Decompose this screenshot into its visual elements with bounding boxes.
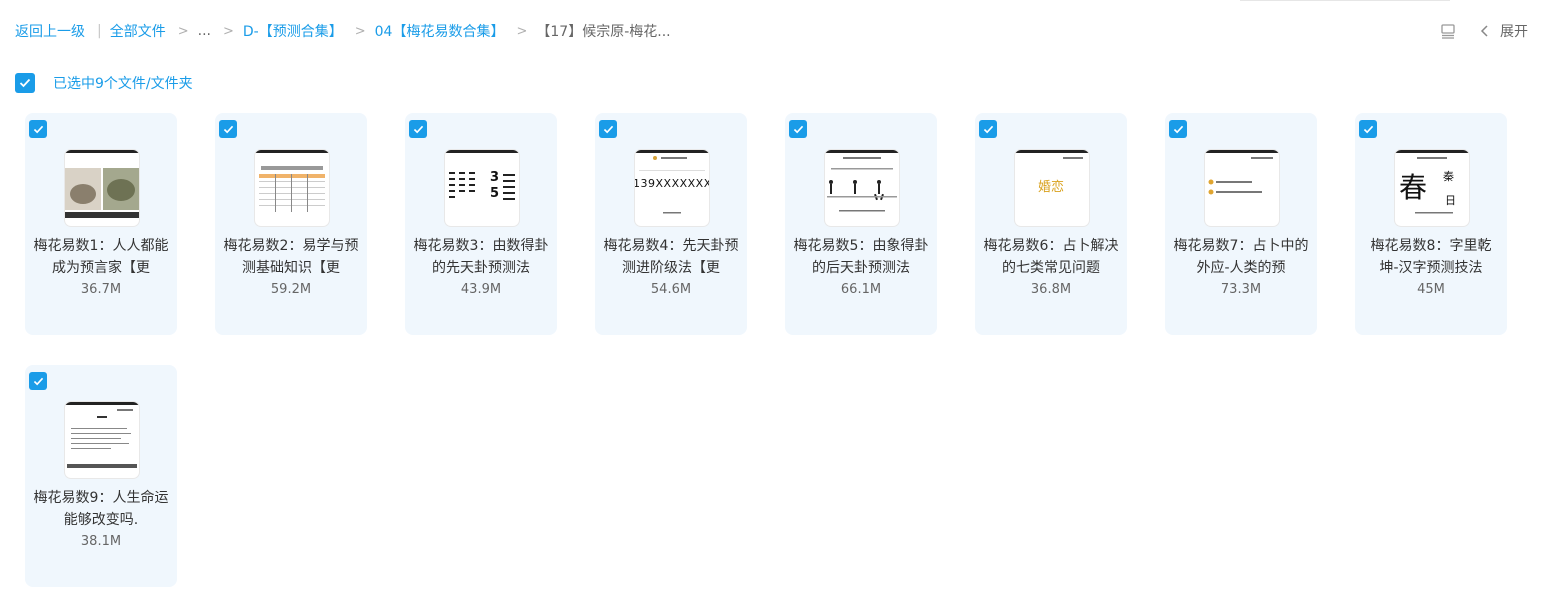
file-checkbox[interactable] bbox=[409, 120, 427, 138]
file-name: 梅花易数2：易学与预测基础知识【更 bbox=[223, 238, 359, 276]
file-thumbnail bbox=[825, 150, 899, 226]
file-name: 梅花易数7：占卜中的外应-人类的预 bbox=[1173, 238, 1309, 276]
file-name: 梅花易数1：人人都能成为预言家【更 bbox=[33, 238, 169, 276]
file-checkbox[interactable] bbox=[599, 120, 617, 138]
chevron-right-icon: > bbox=[516, 23, 528, 39]
chevron-right-icon: > bbox=[354, 23, 366, 39]
file-thumbnail bbox=[1205, 150, 1279, 226]
file-checkbox[interactable] bbox=[979, 120, 997, 138]
thumb-number: 5 bbox=[490, 186, 500, 201]
thumb-char: 日 bbox=[1445, 194, 1456, 207]
thumb-char: 春 bbox=[1399, 171, 1428, 204]
thumb-number: 3 bbox=[490, 170, 500, 185]
file-name: 梅花易数8：字里乾坤-汉字预测技法 bbox=[1370, 238, 1492, 276]
file-card[interactable]: 3 5 梅花易数3：由数得卦的先天卦预测法 43.9M bbox=[405, 113, 557, 335]
file-checkbox[interactable] bbox=[219, 120, 237, 138]
file-size: 66.1M bbox=[840, 282, 882, 297]
file-size: 38.1M bbox=[80, 534, 122, 549]
selection-count: 已选中9个文件/文件夹 bbox=[53, 76, 193, 92]
file-card[interactable]: 婚恋 梅花易数6：占卜解决的七类常见问题 36.8M bbox=[975, 113, 1127, 335]
select-all-checkbox[interactable] bbox=[15, 73, 35, 93]
file-thumbnail: 婚恋 bbox=[1015, 150, 1089, 226]
breadcrumb-ellipsis[interactable]: ... bbox=[198, 23, 211, 39]
top-divider bbox=[1240, 0, 1450, 1]
file-name: 梅花易数6：占卜解决的七类常见问题 bbox=[983, 238, 1119, 276]
file-size: 36.7M bbox=[80, 282, 122, 297]
file-name: 梅花易数5：由象得卦的后天卦预测法 bbox=[793, 238, 929, 276]
expand-button[interactable]: 展开 bbox=[1500, 21, 1528, 41]
view-tools: 展开 bbox=[1440, 21, 1528, 41]
file-card[interactable]: 139XXXXXXXX 梅花易数4：先天卦预测进阶级法【更 54.6M bbox=[595, 113, 747, 335]
file-size: 43.9M bbox=[460, 282, 502, 297]
file-checkbox[interactable] bbox=[1169, 120, 1187, 138]
file-thumbnail: 3 5 bbox=[445, 150, 519, 226]
file-checkbox[interactable] bbox=[789, 120, 807, 138]
back-link[interactable]: 返回上一级 bbox=[15, 21, 85, 41]
file-thumbnail bbox=[65, 402, 139, 478]
chevron-right-icon: > bbox=[222, 23, 234, 39]
view-mode-icon[interactable] bbox=[1440, 23, 1456, 39]
file-card[interactable]: 梅花易数7：占卜中的外应-人类的预 73.3M bbox=[1165, 113, 1317, 335]
file-name: 梅花易数4：先天卦预测进阶级法【更 bbox=[603, 238, 739, 276]
file-thumbnail: 139XXXXXXXX bbox=[635, 150, 709, 226]
file-size: 54.6M bbox=[650, 282, 692, 297]
file-thumbnail bbox=[255, 150, 329, 226]
file-name: 梅花易数9：人生命运能够改变吗. bbox=[33, 490, 169, 528]
file-card[interactable]: 梅花易数1：人人都能成为预言家【更 36.7M bbox=[25, 113, 177, 335]
file-size: 73.3M bbox=[1220, 282, 1262, 297]
file-size: 59.2M bbox=[270, 282, 312, 297]
breadcrumb-level1[interactable]: D-【预测合集】 bbox=[243, 21, 343, 41]
file-card[interactable]: 梅花易数5：由象得卦的后天卦预测法 66.1M bbox=[785, 113, 937, 335]
file-name: 梅花易数3：由数得卦的先天卦预测法 bbox=[413, 238, 549, 276]
thumb-char: 秦 bbox=[1443, 170, 1454, 183]
file-card[interactable]: 梅花易数2：易学与预测基础知识【更 59.2M bbox=[215, 113, 367, 335]
file-size: 36.8M bbox=[1030, 282, 1072, 297]
file-thumbnail: 春 秦 日 bbox=[1395, 150, 1469, 226]
chevron-right-icon: > bbox=[177, 23, 189, 39]
file-checkbox[interactable] bbox=[1359, 120, 1377, 138]
breadcrumb-current: 【17】候宗原-梅花... bbox=[536, 24, 671, 40]
breadcrumb-level2[interactable]: 04【梅花易数合集】 bbox=[375, 21, 505, 41]
thumb-number: 139XXXXXXXX bbox=[635, 177, 709, 190]
breadcrumb-all-files[interactable]: 全部文件 bbox=[110, 21, 166, 41]
thumb-title: 婚恋 bbox=[1038, 180, 1065, 195]
breadcrumb: 返回上一级 | 全部文件 > ... > D-【预测合集】 > 04【梅花易数合… bbox=[15, 21, 671, 41]
file-card[interactable]: 梅花易数9：人生命运能够改变吗. 38.1M bbox=[25, 365, 177, 587]
file-card[interactable]: 春 秦 日 梅花易数8：字里乾坤-汉字预测技法 45M bbox=[1355, 113, 1507, 335]
file-checkbox[interactable] bbox=[29, 372, 47, 390]
select-all-row: 已选中9个文件/文件夹 bbox=[15, 73, 193, 93]
breadcrumb-divider: | bbox=[97, 23, 102, 39]
file-checkbox[interactable] bbox=[29, 120, 47, 138]
file-thumbnail bbox=[65, 150, 139, 226]
file-size: 45M bbox=[1417, 282, 1445, 297]
chevron-left-icon[interactable] bbox=[1480, 24, 1490, 38]
